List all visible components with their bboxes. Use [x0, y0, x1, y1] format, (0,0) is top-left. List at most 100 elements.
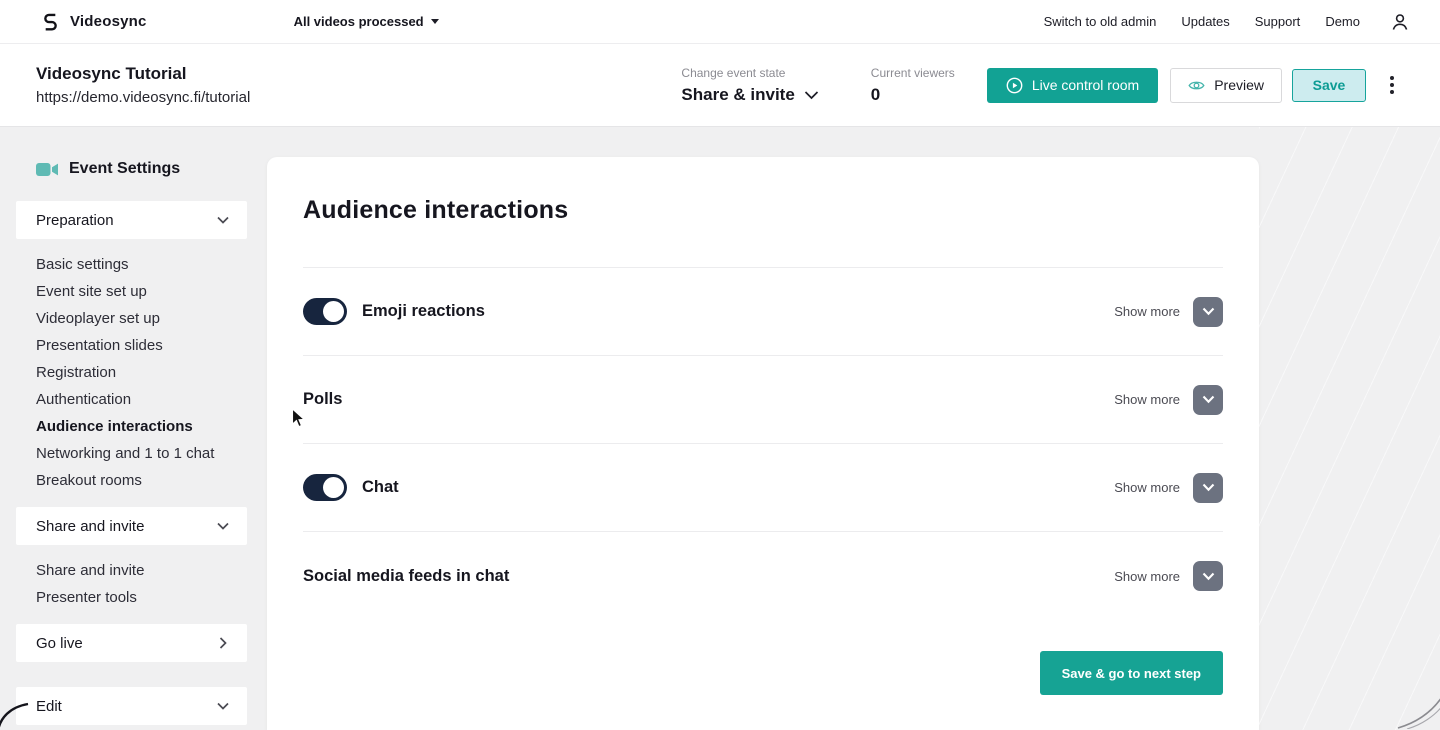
feature-toggle[interactable]: [303, 298, 347, 325]
event-state-dropdown[interactable]: Share & invite: [681, 85, 818, 105]
event-title: Videosync Tutorial: [36, 64, 187, 83]
videos-processed-label: All videos processed: [293, 14, 424, 29]
sidebar-item[interactable]: Authentication: [36, 386, 267, 413]
current-viewers-block: Current viewers 0: [871, 66, 955, 105]
feature-label: Emoji reactions: [362, 302, 485, 320]
chevron-down-icon: [1202, 307, 1215, 316]
save-button[interactable]: Save: [1292, 68, 1366, 102]
top-links: Switch to old admin Updates Support Demo: [1044, 14, 1360, 29]
expand-row-button[interactable]: [1193, 384, 1223, 415]
sidebar-item[interactable]: Audience interactions: [36, 413, 267, 440]
sidebar-item[interactable]: Presenter tools: [36, 584, 267, 611]
logo-text: Videosync: [70, 13, 147, 30]
feature-row-actions: Show more: [1114, 561, 1223, 591]
sidebar-section-header[interactable]: Share and invite: [16, 507, 247, 545]
sidebar-item[interactable]: Basic settings: [36, 251, 267, 278]
show-more-link[interactable]: Show more: [1114, 392, 1180, 407]
sidebar-item[interactable]: Event site set up: [36, 278, 267, 305]
sidebar-section-label: Go live: [36, 634, 83, 652]
videos-processed-dropdown[interactable]: All videos processed: [294, 14, 439, 29]
live-control-room-label: Live control room: [1031, 77, 1140, 93]
expand-row-button[interactable]: [1193, 561, 1223, 591]
sidebar: Event Settings Preparation Basic setting…: [0, 127, 267, 730]
account-menu[interactable]: [1390, 12, 1410, 32]
feature-row-actions: Show more: [1114, 384, 1223, 415]
sidebar-section-header[interactable]: Preparation: [16, 201, 247, 239]
sidebar-item[interactable]: Registration: [36, 359, 267, 386]
header-actions: Change event state Share & invite Curren…: [681, 66, 1400, 105]
sidebar-section-label: Share and invite: [36, 517, 145, 535]
chevron-down-icon: [1202, 395, 1215, 404]
sidebar-item[interactable]: Videoplayer set up: [36, 305, 267, 332]
sidebar-section: Preparation Basic settings Event site se…: [0, 201, 267, 507]
sidebar-item[interactable]: Presentation slides: [36, 332, 267, 359]
videosync-logo[interactable]: Videosync: [40, 11, 147, 32]
sidebar-section-label: Preparation: [36, 211, 114, 229]
person-icon: [1390, 12, 1410, 32]
event-title-block: Videosync Tutorial https://demo.videosyn…: [36, 64, 250, 106]
background-pattern: [1259, 127, 1440, 730]
preview-button[interactable]: Preview: [1170, 67, 1282, 103]
top-nav-link[interactable]: Switch to old admin: [1044, 14, 1157, 29]
eye-icon: [1188, 79, 1205, 92]
event-url[interactable]: https://demo.videosync.fi/tutorial: [36, 89, 250, 106]
expand-row-button[interactable]: [1193, 472, 1223, 503]
chevron-down-icon: [217, 522, 229, 530]
toggle-knob: [323, 477, 344, 498]
feature-rows: Emoji reactions Show more Polls Show mor…: [303, 268, 1223, 620]
sidebar-item[interactable]: Breakout rooms: [36, 467, 267, 494]
top-nav-link[interactable]: Support: [1255, 14, 1301, 29]
sidebar-title-text: Event Settings: [69, 160, 181, 177]
chevron-down-icon: [217, 702, 229, 710]
sidebar-item[interactable]: Share and invite: [36, 557, 267, 584]
app-root: Videosync All videos processed Switch to…: [0, 0, 1440, 730]
current-viewers-value: 0: [870, 84, 881, 104]
top-nav-link[interactable]: Demo: [1325, 14, 1360, 29]
toggle-knob: [323, 301, 344, 322]
feature-row: Chat Show more: [303, 444, 1223, 532]
feature-label: Chat: [362, 478, 399, 496]
sidebar-section-items: Basic settings Event site set up Videopl…: [0, 239, 267, 507]
sidebar-title: Event Settings: [36, 160, 267, 178]
sidebar-section: Share and invite Share and invite Presen…: [0, 507, 267, 624]
feature-row-actions: Show more: [1114, 472, 1223, 503]
sidebar-section-header[interactable]: Edit: [16, 687, 247, 725]
feature-label: Polls: [303, 390, 343, 408]
expand-row-button[interactable]: [1193, 296, 1223, 327]
live-control-room-button[interactable]: Live control room: [986, 67, 1159, 103]
save-next-step-button[interactable]: Save & go to next step: [1039, 651, 1223, 695]
more-options-kebab-icon[interactable]: [1384, 72, 1400, 98]
feature-toggle[interactable]: [303, 474, 347, 501]
sidebar-section-items: [0, 662, 267, 687]
sidebar-section-label: Edit: [36, 697, 62, 715]
sidebar-section-items: Share and invite Presenter tools: [0, 545, 267, 624]
top-nav-link[interactable]: Updates: [1181, 14, 1229, 29]
show-more-link[interactable]: Show more: [1114, 569, 1180, 584]
event-header: Videosync Tutorial https://demo.videosyn…: [0, 44, 1440, 127]
sidebar-sections: Preparation Basic settings Event site se…: [0, 201, 267, 730]
videosync-logo-icon: [40, 11, 61, 32]
chevron-down-icon: [1202, 483, 1215, 492]
audience-interactions-card: Audience interactions Emoji reactions Sh…: [267, 157, 1259, 730]
show-more-link[interactable]: Show more: [1114, 304, 1180, 319]
caret-down-icon: [430, 19, 439, 24]
chevron-down-icon: [804, 90, 819, 100]
page-title: Audience interactions: [303, 196, 569, 224]
show-more-link[interactable]: Show more: [1114, 480, 1180, 495]
feature-row-actions: Show more: [1114, 296, 1223, 327]
top-bar: Videosync All videos processed Switch to…: [0, 0, 1440, 44]
save-next-row: Save & go to next step: [303, 651, 1223, 695]
save-label: Save: [1312, 77, 1346, 93]
chevron-down-icon: [1202, 572, 1215, 581]
decorative-curve-bottom-right: [1397, 695, 1440, 730]
event-state-block: Change event state Share & invite: [681, 66, 818, 105]
play-circle-icon: [1006, 77, 1023, 94]
sidebar-section-header[interactable]: Go live: [16, 624, 247, 662]
feature-label: Social media feeds in chat: [303, 566, 510, 585]
feature-row: Social media feeds in chat Show more: [303, 532, 1223, 620]
sidebar-section: Edit: [0, 687, 267, 730]
feature-row: Emoji reactions Show more: [303, 268, 1223, 356]
feature-row: Polls Show more: [303, 356, 1223, 444]
chevron-down-icon: [217, 637, 229, 649]
sidebar-item[interactable]: Networking and 1 to 1 chat: [36, 440, 267, 467]
